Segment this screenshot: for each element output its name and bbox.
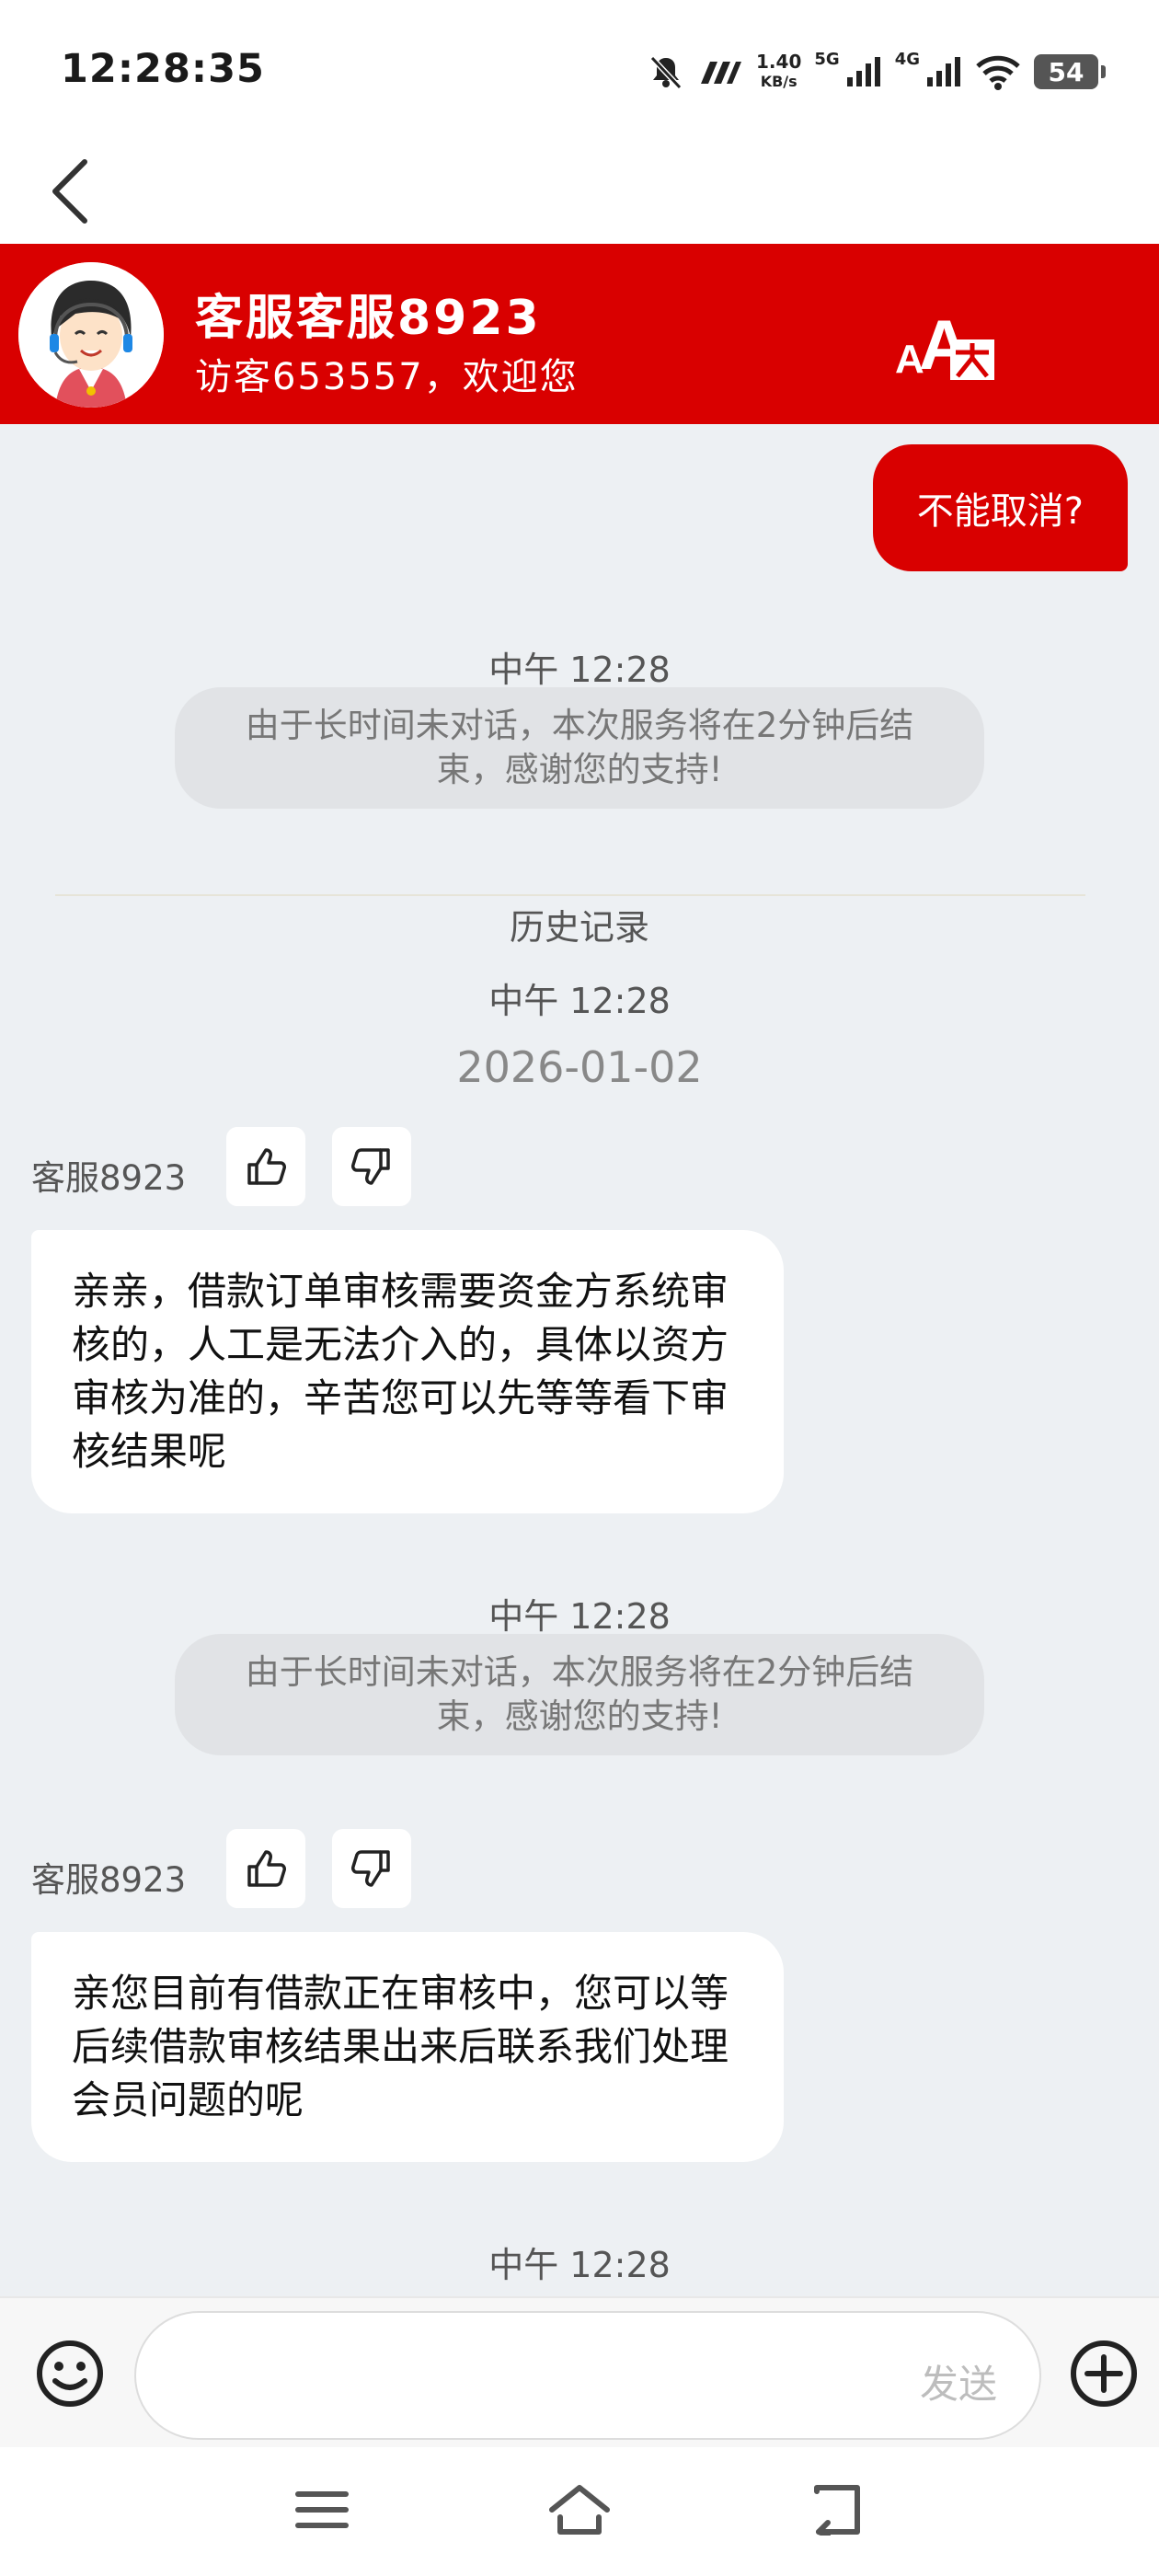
top-nav — [0, 138, 1159, 244]
system-notice: 由于长时间未对话，本次服务将在2分钟后结束，感谢您的支持! — [175, 687, 984, 809]
thumbs-up-button[interactable] — [226, 1127, 305, 1206]
message-timestamp: 中午 12:28 — [488, 650, 671, 690]
input-bar: 发送 — [0, 2296, 1159, 2447]
agent-title: 客服客服8923 — [195, 291, 542, 346]
thumbs-down-icon — [351, 1850, 390, 1887]
home-icon — [549, 2485, 610, 2535]
history-divider — [55, 894, 1085, 896]
agent-message-text: 亲亲，借款订单审核需要资金方系统审核的，人工是无法介入的，具体以资方审核为准的，… — [72, 1269, 729, 1474]
battery-indicator: 54 — [1034, 54, 1106, 89]
user-message-bubble: 不能取消? — [872, 444, 1128, 571]
message-timestamp: 中午 12:28 — [488, 2245, 671, 2285]
agent-name-label: 客服8923 — [31, 1158, 187, 1198]
back-nav-button[interactable] — [796, 2473, 878, 2547]
network-4g-label: 4G — [894, 49, 920, 69]
wifi-icon — [976, 55, 1020, 90]
thumbs-down-icon — [351, 1148, 390, 1185]
status-icons: 1.40 KB/s 5G 4G 54 — [648, 46, 1106, 98]
back-arrow-icon — [814, 2485, 860, 2536]
smiley-icon — [37, 2340, 103, 2407]
status-bar: 12:28:35 1.40 KB/s 5G 4G 54 — [0, 0, 1159, 138]
system-notice: 由于长时间未对话，本次服务将在2分钟后结束，感谢您的支持! — [175, 1634, 984, 1755]
font-size-icon: A A — [895, 306, 994, 385]
user-message-text: 不能取消? — [916, 490, 1084, 533]
thumbs-down-button[interactable] — [332, 1829, 411, 1908]
speed-unit: KB/s — [760, 73, 798, 90]
signal-5g-icon — [846, 57, 880, 86]
battery-level: 54 — [1048, 56, 1084, 87]
emoji-button[interactable] — [33, 2337, 107, 2410]
chat-header: 客服客服8923 访客653557，欢迎您 A A — [0, 244, 1159, 424]
message-timestamp: 中午 12:28 — [488, 981, 671, 1021]
thumbs-up-icon — [247, 1148, 286, 1185]
thumbs-up-icon — [247, 1850, 286, 1887]
thumbs-up-button[interactable] — [226, 1829, 305, 1908]
agent-message-text: 亲您目前有借款正在审核中，您可以等后续借款审核结果出来后联系我们处理会员问题的呢 — [72, 1971, 729, 2122]
send-button[interactable]: 发送 — [920, 2353, 997, 2409]
visitor-welcome: 访客653557，欢迎您 — [195, 356, 579, 398]
message-input[interactable]: 发送 — [134, 2311, 1041, 2440]
network-speed: 1.40 KB/s — [756, 52, 801, 92]
network-5g-label: 5G — [814, 49, 840, 69]
back-button[interactable] — [33, 145, 107, 237]
history-date: 2026-01-02 — [456, 1042, 703, 1092]
status-time: 12:28:35 — [61, 46, 265, 92]
home-nav-button[interactable] — [538, 2473, 621, 2547]
chat-area[interactable]: 不能取消? 中午 12:28 由于长时间未对话，本次服务将在2分钟后结束，感谢您… — [0, 424, 1159, 2296]
chevron-left-icon — [52, 159, 87, 224]
agent-name-label: 客服8923 — [31, 1860, 187, 1900]
mute-bell-icon — [649, 55, 683, 90]
more-options-button[interactable] — [1067, 2337, 1141, 2410]
font-size-button[interactable]: A A — [888, 301, 998, 385]
message-timestamp: 中午 12:28 — [488, 1596, 671, 1637]
system-navigation-bar — [0, 2447, 1159, 2576]
agent-avatar — [18, 262, 164, 408]
agent-avatar-icon — [18, 262, 164, 408]
thumbs-down-button[interactable] — [332, 1127, 411, 1206]
agent-message-bubble: 亲亲，借款订单审核需要资金方系统审核的，人工是无法介入的，具体以资方审核为准的，… — [31, 1230, 784, 1513]
menu-icon — [295, 2491, 349, 2528]
history-label: 历史记录 — [509, 907, 649, 948]
agent-message-bubble: 亲您目前有借款正在审核中，您可以等后续借款审核结果出来后联系我们处理会员问题的呢 — [31, 1932, 784, 2162]
plus-icon — [1071, 2340, 1137, 2407]
signal-4g-icon — [927, 57, 960, 86]
speed-value: 1.40 — [756, 51, 802, 73]
app-notification-icon — [701, 62, 742, 84]
menu-nav-button[interactable] — [281, 2473, 363, 2547]
